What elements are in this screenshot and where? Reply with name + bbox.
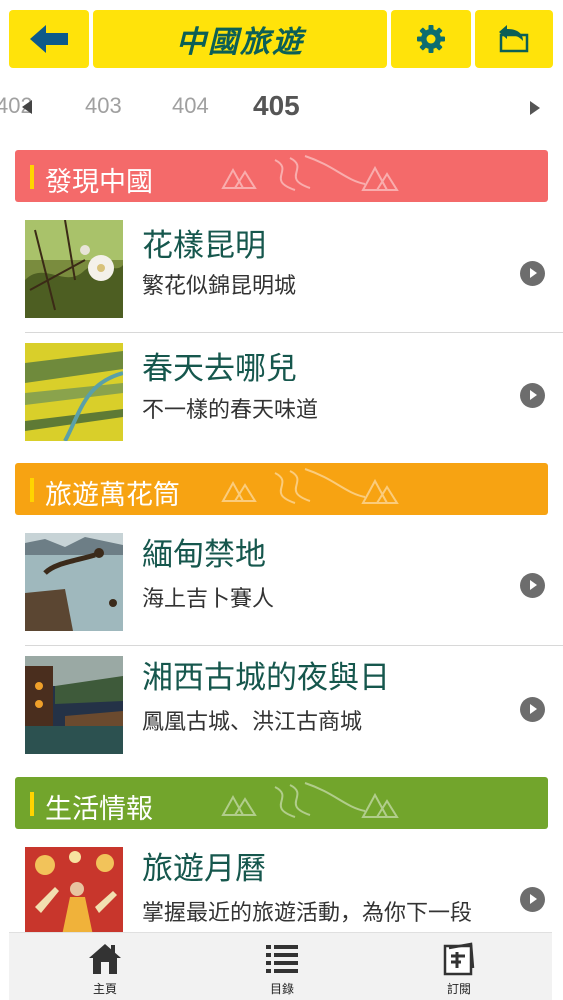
issue-next-arrow[interactable] (530, 101, 540, 115)
mountain-decoration-icon (221, 782, 399, 818)
top-toolbar: 中國旅遊 (0, 0, 563, 78)
article-subtitle: 繁花似錦昆明城 (142, 274, 297, 299)
article-title: 旅遊月曆 (142, 851, 266, 887)
mountain-decoration-icon (221, 155, 399, 191)
article-kunming[interactable]: 花樣昆明 繁花似錦昆明城 (0, 220, 563, 340)
article-subtitle: 不一樣的春天味道 (142, 398, 319, 423)
article-title: 緬甸禁地 (142, 537, 266, 573)
article-title: 春天去哪兒 (142, 351, 297, 387)
article-thumbnail (25, 343, 123, 441)
tab-label: 主頁 (92, 982, 117, 996)
subscribe-icon (443, 942, 475, 976)
article-myanmar[interactable]: 緬甸禁地 海上吉卜賽人 (0, 533, 563, 653)
tab-contents[interactable]: 目錄 (222, 933, 342, 1000)
article-thumbnail (25, 847, 123, 945)
section-header-travel-kaleidoscope: 旅遊萬花筒 (15, 463, 548, 515)
section-header-life-info: 生活情報 (15, 777, 548, 829)
divider (25, 332, 563, 333)
bottom-tab-bar: 主頁 目錄 訂閱 (9, 932, 552, 1000)
article-thumbnail (25, 220, 123, 318)
share-button[interactable] (475, 10, 553, 68)
article-xiangxi[interactable]: 湘西古城的夜與日 鳳凰古城、洪江古商城 (0, 656, 563, 776)
reply-share-icon (499, 25, 529, 53)
section-marker (30, 478, 34, 502)
section-marker (30, 165, 34, 189)
section-label: 旅遊萬花筒 (45, 480, 180, 511)
issue-403[interactable]: 403 (85, 93, 122, 119)
article-subtitle: 海上吉卜賽人 (142, 587, 275, 612)
tab-home[interactable]: 主頁 (45, 933, 165, 1000)
mountain-decoration-icon (221, 468, 399, 504)
article-spring[interactable]: 春天去哪兒 不一樣的春天味道 (0, 343, 563, 463)
app-screen: 中國旅遊 402 403 404 405 發現中國 花樣昆明 繁花似錦昆明城 春… (0, 0, 563, 1000)
issue-prev-arrow[interactable] (22, 100, 32, 114)
article-thumbnail (25, 533, 123, 631)
chevron-right-icon[interactable] (520, 697, 545, 722)
settings-button[interactable] (391, 10, 471, 68)
list-icon (266, 945, 298, 973)
article-title: 湘西古城的夜與日 (142, 660, 390, 696)
article-title: 花樣昆明 (142, 228, 266, 264)
tab-subscribe[interactable]: 訂閱 (399, 933, 519, 1000)
chevron-right-icon[interactable] (520, 887, 545, 912)
divider (25, 645, 563, 646)
arrow-left-icon (30, 25, 68, 53)
section-label: 生活情報 (45, 794, 153, 825)
article-thumbnail (25, 656, 123, 754)
issue-selector: 402 403 404 405 (0, 78, 563, 140)
section-marker (30, 792, 34, 816)
home-icon (89, 944, 121, 974)
back-button[interactable] (9, 10, 89, 68)
article-subtitle: 掌握最近的旅遊活動，為你下一段 (142, 901, 473, 926)
section-header-discover-china: 發現中國 (15, 150, 548, 202)
article-subtitle: 鳳凰古城、洪江古商城 (142, 710, 363, 735)
gear-icon (417, 25, 445, 53)
chevron-right-icon[interactable] (520, 573, 545, 598)
tab-label: 訂閱 (446, 982, 471, 996)
section-label: 發現中國 (45, 167, 153, 198)
issue-current[interactable]: 405 (253, 90, 300, 122)
logo-text: 中國旅遊 (176, 25, 304, 60)
chevron-right-icon[interactable] (520, 261, 545, 286)
chevron-right-icon[interactable] (520, 383, 545, 408)
app-logo: 中國旅遊 (93, 10, 387, 68)
tab-label: 目錄 (269, 982, 294, 996)
issue-404[interactable]: 404 (172, 93, 209, 119)
